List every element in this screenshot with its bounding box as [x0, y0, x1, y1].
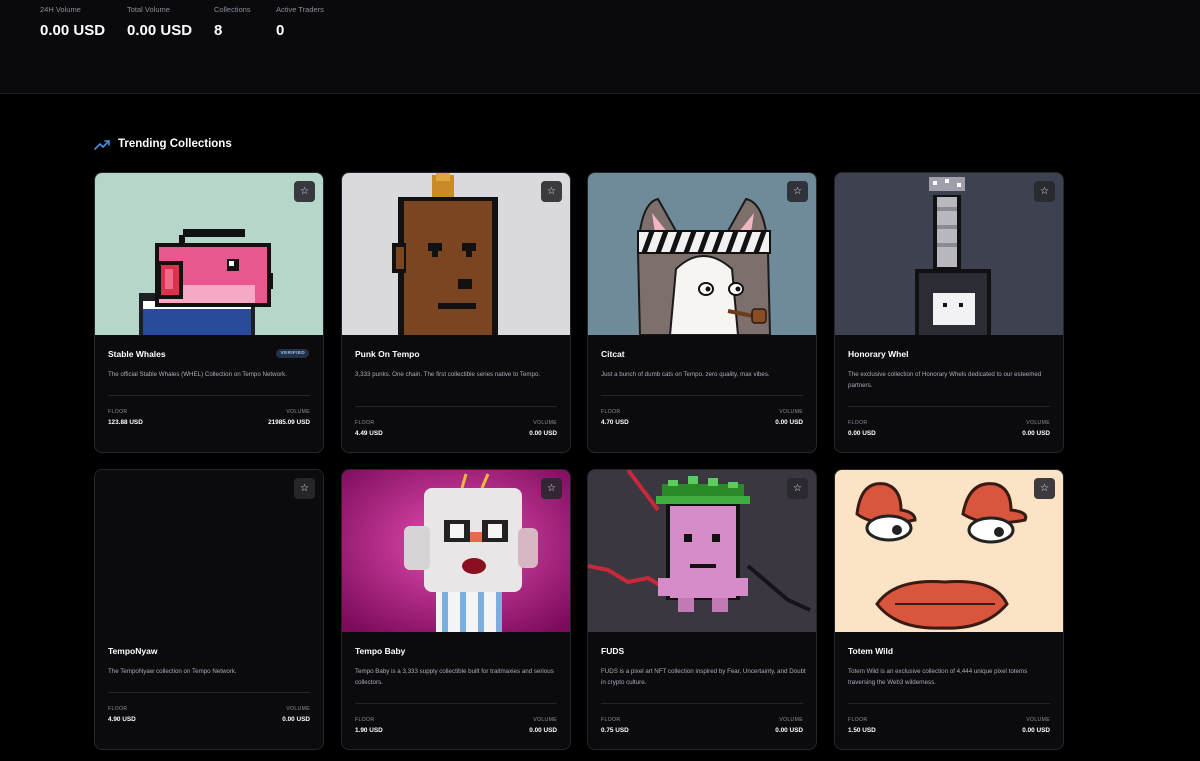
collection-card[interactable]: ☆ FUDS FUDS is a pixel art NFT collectio… [587, 469, 817, 750]
divider [108, 395, 310, 396]
floor-label: FLOOR [601, 717, 621, 723]
collection-image [342, 470, 570, 632]
volume-label: VOLUME [533, 717, 557, 723]
stat-24h-volume: 24H Volume 0.00 USD [40, 5, 105, 39]
stat-value: 0 [276, 22, 285, 39]
volume-value: 0.00 USD [529, 727, 557, 734]
trending-up-icon [94, 139, 110, 150]
collection-image [95, 470, 323, 632]
volume-label: VOLUME [1026, 420, 1050, 426]
floor-label: FLOOR [601, 409, 621, 415]
collection-image [588, 470, 816, 632]
volume-value: 0.00 USD [529, 430, 557, 437]
favorite-star-icon[interactable]: ☆ [541, 181, 562, 202]
volume-label: VOLUME [286, 706, 310, 712]
floor-value: 4.70 USD [601, 419, 629, 426]
collection-image [835, 173, 1063, 335]
collection-image [95, 173, 323, 335]
floor-value: 0.75 USD [601, 727, 629, 734]
volume-value: 21985.09 USD [268, 419, 310, 426]
floor-value: 0.00 USD [848, 430, 876, 437]
collection-name: TempoNyaw [108, 646, 158, 656]
collection-name: Totem Wild [848, 646, 894, 656]
floor-value: 1.90 USD [355, 727, 383, 734]
floor-label: FLOOR [108, 409, 128, 415]
collection-card[interactable]: ☆ Punk On Tempo 3,333 punks. One chain. … [341, 172, 571, 453]
divider [355, 406, 557, 407]
collection-image [342, 173, 570, 335]
divider [848, 703, 1050, 704]
stat-value: 0.00 USD [127, 22, 193, 39]
collection-card[interactable]: ☆ Stable Whales VERIFIED The official St… [94, 172, 324, 453]
collection-description: Tempo Baby is a 3,333 supply collectible… [355, 668, 554, 686]
trending-section-header: Trending Collections [94, 136, 232, 152]
collection-description: Just a bunch of dumb cats on Tempo. zero… [601, 371, 770, 378]
collection-card[interactable]: ☆ Citcat Just a bunch of dumb cats on Te… [587, 172, 817, 453]
collection-description: Totem Wild is an exclusive collection of… [848, 668, 1028, 686]
favorite-star-icon[interactable]: ☆ [787, 181, 808, 202]
divider [108, 692, 310, 693]
collection-card[interactable]: ☆ Tempo Baby Tempo Baby is a 3,333 suppl… [341, 469, 571, 750]
collection-card[interactable]: ☆ Totem Wild Totem Wild is an exclusive … [834, 469, 1064, 750]
collection-name: Citcat [601, 349, 625, 359]
volume-label: VOLUME [533, 420, 557, 426]
favorite-star-icon[interactable]: ☆ [294, 478, 315, 499]
collection-name: FUDS [601, 646, 625, 656]
divider [601, 703, 803, 704]
stat-label: Collections [214, 5, 251, 14]
stat-label: Total Volume [127, 5, 170, 14]
favorite-star-icon[interactable]: ☆ [1034, 181, 1055, 202]
floor-label: FLOOR [848, 420, 868, 426]
collection-card[interactable]: ☆ TempoNyaw The TempoNyaw collection on … [94, 469, 324, 750]
volume-value: 0.00 USD [775, 727, 803, 734]
stat-collections: Collections 8 [214, 5, 251, 39]
collection-name: Stable Whales [108, 349, 166, 359]
collection-card[interactable]: ☆ Honorary Whel The exclusive collection… [834, 172, 1064, 453]
collection-image [835, 470, 1063, 632]
floor-label: FLOOR [108, 706, 128, 712]
volume-label: VOLUME [779, 409, 803, 415]
divider [601, 395, 803, 396]
favorite-star-icon[interactable]: ☆ [541, 478, 562, 499]
collection-name: Punk On Tempo [355, 349, 420, 359]
volume-value: 0.00 USD [1022, 727, 1050, 734]
volume-value: 0.00 USD [282, 716, 310, 723]
collection-name: Tempo Baby [355, 646, 406, 656]
stat-label: 24H Volume [40, 5, 81, 14]
floor-value: 4.90 USD [108, 716, 136, 723]
floor-label: FLOOR [355, 420, 375, 426]
collection-name: Honorary Whel [848, 349, 909, 359]
collection-description: The exclusive collection of Honorary Whe… [848, 371, 1042, 389]
stat-value: 0.00 USD [40, 22, 106, 39]
floor-label: FLOOR [848, 717, 868, 723]
collection-description: FUDS is a pixel art NFT collection inspi… [601, 668, 806, 686]
stat-value: 8 [214, 22, 223, 39]
favorite-star-icon[interactable]: ☆ [787, 478, 808, 499]
collection-image [588, 173, 816, 335]
stats-bar: 24H Volume 0.00 USD Total Volume 0.00 US… [0, 0, 1200, 94]
floor-value: 4.49 USD [355, 430, 383, 437]
floor-value: 1.50 USD [848, 727, 876, 734]
divider [848, 406, 1050, 407]
floor-value: 123.88 USD [108, 419, 143, 426]
divider [355, 703, 557, 704]
verified-badge: VERIFIED [276, 349, 309, 358]
volume-label: VOLUME [286, 409, 310, 415]
stat-total-volume: Total Volume 0.00 USD [127, 5, 192, 39]
stat-label: Active Traders [276, 5, 324, 14]
stat-active-traders: Active Traders 0 [276, 5, 324, 39]
floor-label: FLOOR [355, 717, 375, 723]
collection-description: 3,333 punks. One chain. The first collec… [355, 371, 541, 378]
volume-value: 0.00 USD [1022, 430, 1050, 437]
volume-value: 0.00 USD [775, 419, 803, 426]
volume-label: VOLUME [1026, 717, 1050, 723]
favorite-star-icon[interactable]: ☆ [294, 181, 315, 202]
collection-description: The TempoNyaw collection on Tempo Networ… [108, 668, 237, 675]
collection-description: The official Stable Whales (WHEL) Collec… [108, 371, 287, 378]
section-title: Trending Collections [118, 138, 232, 150]
volume-label: VOLUME [779, 717, 803, 723]
favorite-star-icon[interactable]: ☆ [1034, 478, 1055, 499]
